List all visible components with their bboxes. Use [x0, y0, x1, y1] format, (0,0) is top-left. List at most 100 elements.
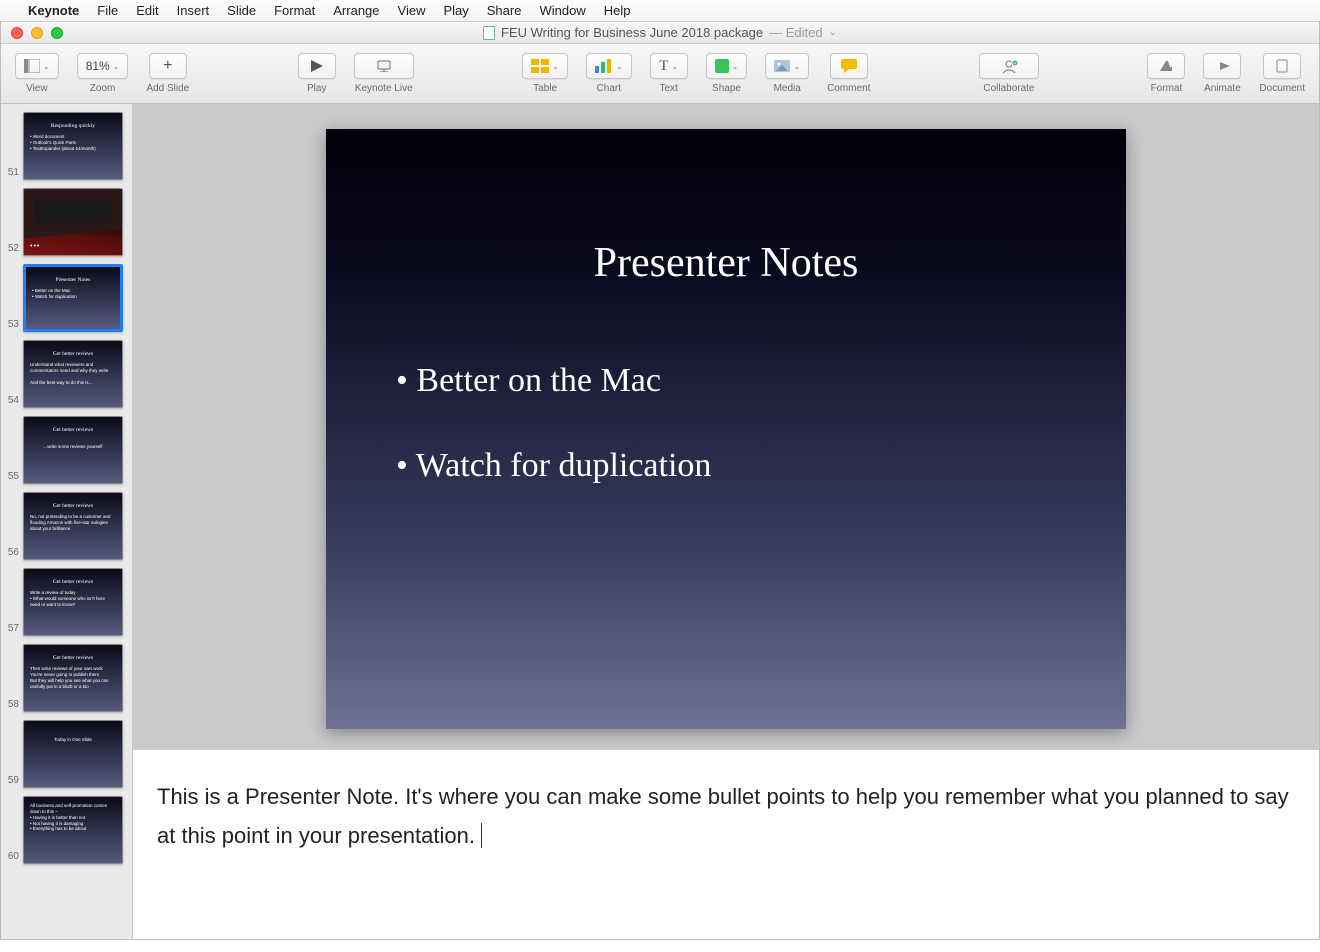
slide-thumbnail[interactable]: 55 Get better reviews...write some review…	[1, 414, 132, 490]
play-button[interactable]	[298, 53, 336, 79]
play-label: Play	[307, 83, 326, 94]
slide-number: 57	[3, 623, 19, 634]
slide-number: 60	[3, 851, 19, 862]
text-icon: T	[659, 58, 668, 75]
current-slide[interactable]: Presenter Notes • Better on the Mac • Wa…	[326, 129, 1126, 729]
document-label: Document	[1259, 83, 1305, 94]
slide-title: Presenter Notes	[396, 239, 1056, 287]
collaborate-label: Collaborate	[983, 83, 1034, 94]
chart-icon	[595, 59, 613, 73]
menu-arrange[interactable]: Arrange	[333, 3, 379, 18]
slide-number: 54	[3, 395, 19, 406]
collaborate-button[interactable]: +	[979, 53, 1039, 79]
menu-view[interactable]: View	[398, 3, 426, 18]
slide-thumbnail[interactable]: 57 Get better reviewsWrite a review of to…	[1, 566, 132, 642]
keynote-live-label: Keynote Live	[355, 83, 413, 94]
thumbnail-preview: Get better reviewsUnderstand what review…	[23, 340, 123, 408]
close-button[interactable]	[11, 27, 23, 39]
slide-bullet: • Better on the Mac	[396, 357, 1056, 405]
table-icon	[531, 59, 549, 73]
shape-button[interactable]: ⌄	[706, 53, 748, 79]
slide-number: 58	[3, 699, 19, 710]
window-title: FEU Writing for Business June 2018 packa…	[1, 25, 1319, 40]
slide-thumbnail[interactable]: 56Get better reviewsNo, not pretending t…	[1, 490, 132, 566]
menu-window[interactable]: Window	[539, 3, 585, 18]
slide-body: • Better on the Mac • Watch for duplicat…	[396, 357, 1056, 490]
chart-button[interactable]: ⌄	[586, 53, 632, 79]
content-area: 51Responding quickly• Word document• Out…	[1, 104, 1319, 939]
app-menu[interactable]: Keynote	[28, 3, 79, 18]
menu-help[interactable]: Help	[604, 3, 631, 18]
view-icon	[24, 59, 40, 73]
document-button[interactable]	[1263, 53, 1301, 79]
slide-number: 56	[3, 547, 19, 558]
view-label: View	[26, 83, 48, 94]
text-cursor	[475, 823, 482, 848]
comment-label: Comment	[827, 83, 870, 94]
menu-play[interactable]: Play	[443, 3, 468, 18]
menu-insert[interactable]: Insert	[177, 3, 210, 18]
chevron-down-icon[interactable]: ⌄	[829, 27, 837, 38]
presenter-notes[interactable]: This is a Presenter Note. It's where you…	[133, 749, 1319, 939]
animate-icon	[1214, 59, 1230, 73]
menu-edit[interactable]: Edit	[136, 3, 158, 18]
svg-text:+: +	[1013, 61, 1016, 67]
table-label: Table	[533, 83, 557, 94]
menu-format[interactable]: Format	[274, 3, 315, 18]
menubar: Keynote File Edit Insert Slide Format Ar…	[0, 0, 1320, 22]
media-button[interactable]: ⌄	[765, 53, 809, 79]
thumbnail-preview: Responding quickly• Word document• Outlo…	[23, 112, 123, 180]
menu-share[interactable]: Share	[487, 3, 522, 18]
slide-canvas[interactable]: Presenter Notes • Better on the Mac • Wa…	[133, 104, 1319, 749]
slide-number: 59	[3, 775, 19, 786]
keynote-live-button[interactable]	[354, 53, 414, 79]
fullscreen-button[interactable]	[51, 27, 63, 39]
app-window: FEU Writing for Business June 2018 packa…	[0, 22, 1320, 940]
slide-thumbnail[interactable]: 53 Presenter Notes• Better on the Mac• Wa…	[1, 262, 132, 338]
comment-button[interactable]	[830, 53, 868, 79]
add-slide-button[interactable]: +	[149, 53, 187, 79]
animate-label: Animate	[1204, 83, 1241, 94]
slide-bullet: • Watch for duplication	[396, 442, 1056, 490]
slide-thumbnail[interactable]: 58Get better reviewsThen write reviews o…	[1, 642, 132, 718]
notes-text: This is a Presenter Note. It's where you…	[157, 784, 1289, 848]
main-area: Presenter Notes • Better on the Mac • Wa…	[133, 104, 1319, 939]
comment-icon	[841, 59, 857, 73]
slide-thumbnail[interactable]: 60 All business and self-promotion comes …	[1, 794, 132, 870]
thumbnail-preview: Presenter Notes• Better on the Mac• Watc…	[23, 264, 123, 332]
plus-icon: +	[163, 57, 172, 75]
slide-navigator[interactable]: 51Responding quickly• Word document• Out…	[1, 104, 133, 939]
document-title: FEU Writing for Business June 2018 packa…	[501, 25, 763, 40]
slide-thumbnail[interactable]: 52•••	[1, 186, 132, 262]
thumbnail-preview: Today in One Slide	[23, 720, 123, 788]
view-button[interactable]: ⌄	[15, 53, 59, 79]
zoom-selector[interactable]: 81%⌄	[77, 53, 129, 79]
table-button[interactable]: ⌄	[522, 53, 568, 79]
slide-number: 55	[3, 471, 19, 482]
thumbnail-preview: Get better reviewsWrite a review of toda…	[23, 568, 123, 636]
slide-thumbnail[interactable]: 59 Today in One Slide	[1, 718, 132, 794]
thumbnail-preview: All business and self-promotion comes do…	[23, 796, 123, 864]
toolbar: ⌄ View 81%⌄ Zoom + Add Slide Play Keynot…	[1, 44, 1319, 104]
menu-file[interactable]: File	[97, 3, 118, 18]
format-button[interactable]	[1147, 53, 1185, 79]
titlebar: FEU Writing for Business June 2018 packa…	[1, 22, 1319, 44]
format-icon	[1158, 59, 1174, 73]
format-label: Format	[1151, 83, 1183, 94]
slide-thumbnail[interactable]: 54 Get better reviewsUnderstand what revi…	[1, 338, 132, 414]
edited-status: — Edited	[769, 25, 822, 40]
collaborate-icon: +	[1000, 59, 1018, 73]
shape-label: Shape	[712, 83, 741, 94]
slide-thumbnail[interactable]: 51Responding quickly• Word document• Out…	[1, 110, 132, 186]
chart-label: Chart	[597, 83, 621, 94]
text-button[interactable]: T⌄	[650, 53, 688, 79]
media-icon	[774, 60, 790, 72]
menu-slide[interactable]: Slide	[227, 3, 256, 18]
text-label: Text	[659, 83, 677, 94]
add-slide-label: Add Slide	[146, 83, 189, 94]
keynote-live-icon	[375, 60, 393, 72]
animate-button[interactable]	[1203, 53, 1241, 79]
slide-number: 53	[3, 319, 19, 330]
thumbnail-preview: Get better reviews...write some reviews …	[23, 416, 123, 484]
minimize-button[interactable]	[31, 27, 43, 39]
